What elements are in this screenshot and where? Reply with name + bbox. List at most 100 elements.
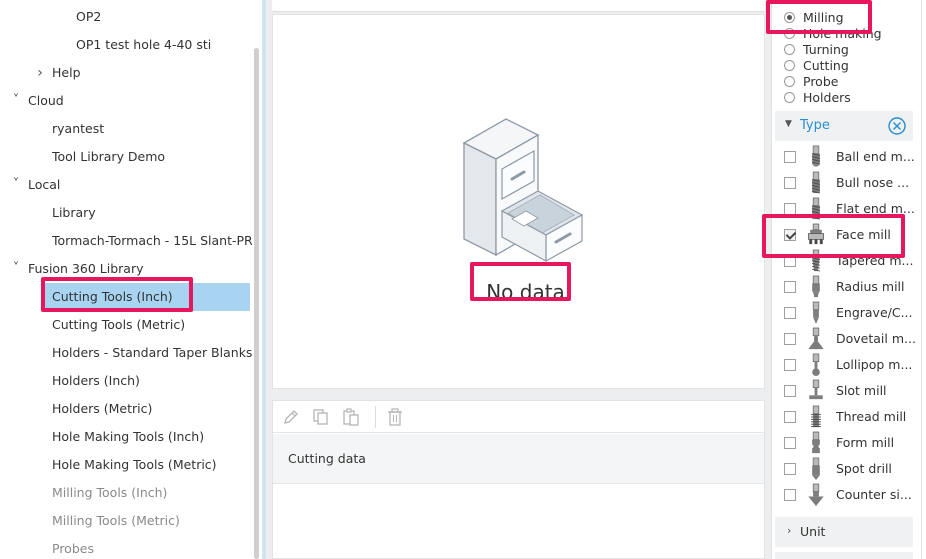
checkbox[interactable] [784,333,796,345]
type-filter-title: Type [800,118,830,133]
chevron-right-icon[interactable]: › [34,59,46,87]
checkbox[interactable] [784,151,796,163]
chevron-down-icon: ▼ [785,119,792,129]
checkbox[interactable] [784,411,796,423]
tree-item-label: Hole Making Tools (Inch) [52,429,205,444]
tree-item[interactable]: ˅ Local [0,171,252,199]
checkbox[interactable] [784,177,796,189]
checkbox[interactable] [784,437,796,449]
tool-list-area: No data [272,14,765,389]
tree-item-label: Holders (Inch) [52,373,140,388]
tree-item[interactable]: OP1 test hole 4-40 sti [0,31,252,59]
tree-item[interactable]: Probes [0,535,252,559]
tree-item-label: Hole Making Tools (Metric) [52,457,217,472]
tree-item-label: ryantest [52,121,105,136]
category-label: Probe [803,74,839,89]
tree-item[interactable]: ˅ Cloud [0,87,252,115]
radio-button[interactable] [784,76,795,87]
type-label: Slot mill [836,383,887,398]
tree-item[interactable]: Hole Making Tools (Metric) [0,451,252,479]
type-filter-option[interactable]: Lollipop m... [772,352,912,378]
file-cabinet-icon [462,118,584,263]
tree-item[interactable]: Tormach-Tormach - 15L Slant-PRO [0,227,252,255]
type-filter-option[interactable]: Thread mill [772,404,912,430]
type-filter-option[interactable]: Engrave/C... [772,300,913,326]
tree-item[interactable]: Holders - Standard Taper Blanks [0,339,252,367]
type-label: Dovetail m... [836,331,916,346]
tree-item[interactable]: ryantest [0,115,252,143]
radio-button[interactable] [784,92,795,103]
cutting-data-label: Cutting data [288,451,366,466]
type-filter-option[interactable]: Slot mill [772,378,912,404]
tree-item[interactable]: Milling Tools (Inch) [0,479,252,507]
tree-item-label: Local [28,177,61,192]
paste-icon[interactable] [341,407,361,427]
trash-icon[interactable] [385,407,405,427]
type-filter-option[interactable]: Spot drill [772,456,912,482]
dovetail-mill-icon [808,327,824,350]
tree-scrollbar[interactable] [254,48,259,559]
tree-item[interactable]: Cutting Tools (Metric) [0,311,252,339]
checkbox[interactable] [784,463,796,475]
checkbox[interactable] [784,489,796,501]
tree-item[interactable]: Milling Tools (Metric) [0,507,252,535]
checkbox[interactable] [784,359,796,371]
tree-item-label: Holders (Metric) [52,401,153,416]
chevron-down-icon[interactable]: ˅ [10,87,22,115]
highlight-cutting-tools-inch [41,277,193,312]
tool-list-header [272,0,765,12]
form-mill-icon [812,431,820,454]
checkbox[interactable] [784,281,796,293]
radio-button[interactable] [784,60,795,71]
checkbox[interactable] [784,385,796,397]
tree-item-label: OP2 [76,9,102,24]
type-filter-option[interactable]: Radius mill [772,274,912,300]
type-label: Form mill [836,435,895,450]
radius-mill-icon [812,275,820,298]
category-radio-option[interactable]: Probe [784,74,838,90]
tree-item[interactable]: Hole Making Tools (Inch) [0,423,252,451]
tree-item[interactable]: Library [0,199,252,227]
type-filter-header[interactable]: ▼ Type [775,111,913,141]
copy-icon[interactable] [311,407,331,427]
highlight-milling [766,0,872,34]
unit-filter-header[interactable]: › Unit [775,517,913,547]
tree-item[interactable]: Tool Library Demo [0,143,252,171]
lollipop-mill-icon [812,353,820,377]
tree-item-label: Library [52,205,96,220]
chevron-down-icon[interactable]: ˅ [10,171,22,199]
cutting-data-header[interactable]: Cutting data [273,434,764,484]
ball-end-mill-icon [812,145,820,167]
category-label: Holders [803,90,851,105]
tree-item[interactable]: Holders (Inch) [0,367,252,395]
category-radio-option[interactable]: Cutting [784,58,849,74]
highlight-no-data [470,262,571,301]
type-label: Spot drill [836,461,892,476]
tree-item-label: Cloud [28,93,64,108]
type-filter-option[interactable]: Bull nose ... [772,170,912,196]
countersink-icon [808,483,824,507]
chevron-right-icon: › [787,524,792,537]
clear-filter-icon[interactable] [887,116,907,136]
category-radio-option[interactable]: Holders [784,90,851,106]
type-filter-option[interactable]: Form mill [772,430,912,456]
radio-button[interactable] [784,44,795,55]
category-radio-option[interactable]: Turning [784,42,849,58]
tree-item[interactable]: OP2 [0,3,252,31]
filter-scrollbar[interactable] [921,0,922,559]
checkbox[interactable] [784,307,796,319]
pencil-icon[interactable] [281,407,301,427]
type-label: Engrave/C... [836,305,913,320]
bull-nose-mill-icon [812,171,820,194]
tree-item-label: Cutting Tools (Metric) [52,317,186,332]
type-label: Ball end m... [836,149,915,164]
type-filter-option[interactable]: Dovetail m... [772,326,916,352]
tree-item-label: Holders - Standard Taper Blanks [52,345,252,360]
tree-item[interactable]: › Help [0,59,252,87]
type-filter-option[interactable]: Counter si... [772,482,912,508]
chevron-down-icon[interactable]: ˅ [10,255,22,283]
next-filter-header [775,552,913,559]
tree-item[interactable]: Holders (Metric) [0,395,252,423]
type-filter-option[interactable]: Ball end m... [772,144,915,170]
engrave-chamfer-icon [812,301,820,325]
